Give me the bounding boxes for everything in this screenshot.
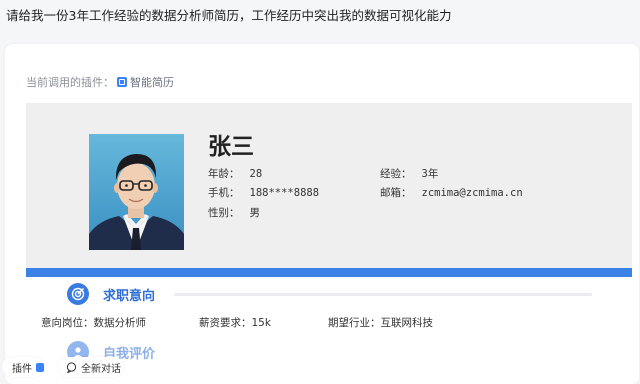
phone-field: 手机： 188****8888 [208, 185, 319, 200]
plugin-icon [36, 362, 44, 372]
plugin-name[interactable]: 智能简历 [130, 74, 174, 90]
candidate-name: 张三 [208, 134, 254, 160]
email-label: 邮箱： [380, 187, 412, 199]
chat-bubble-icon [66, 361, 77, 373]
age-label: 年龄： [208, 168, 240, 180]
plugin-indicator: 当前调用的插件： 智能简历 [26, 74, 174, 90]
new-chat-button[interactable]: 全新对话 [58, 357, 124, 377]
email-field: 邮箱： zcmima@zcmima.cn [380, 185, 523, 200]
experience-value: 3年 [421, 168, 439, 180]
gender-value: 男 [249, 207, 261, 219]
intent-position-value: 数据分析师 [93, 317, 147, 329]
phone-value: 188****8888 [249, 187, 320, 199]
intent-salary-label: 薪资要求： [199, 317, 252, 329]
intent-position-label: 意向岗位： [41, 317, 94, 329]
header-accent-bar [26, 268, 632, 277]
intent-salary: 薪资要求：15k [199, 315, 271, 330]
intent-industry-value: 互联网科技 [380, 317, 434, 329]
resume-plugin-icon [117, 77, 127, 87]
plugin-label: 当前调用的插件： [26, 76, 114, 89]
section-intent-title: 求职意向 [67, 283, 155, 305]
user-prompt: 请给我一份3年工作经验的数据分析师简历，工作经历中突出我的数据可视化能力 [6, 8, 452, 23]
intent-salary-value: 15k [251, 317, 271, 329]
gender-field: 性别： 男 [208, 205, 260, 220]
intent-position: 意向岗位：数据分析师 [41, 315, 146, 330]
section-intent-label: 求职意向 [103, 288, 156, 304]
intent-industry: 期望行业：互联网科技 [328, 315, 433, 330]
gender-label: 性别： [208, 207, 240, 219]
new-chat-label: 全新对话 [81, 363, 121, 375]
age-value: 28 [249, 168, 263, 180]
profile-photo [89, 134, 184, 250]
phone-label: 手机： [208, 187, 240, 199]
experience-label: 经验： [380, 168, 412, 180]
target-icon [67, 283, 89, 305]
plugin-button-label: 插件 [12, 363, 32, 375]
plugin-button[interactable]: 插件 [2, 357, 44, 377]
resume-preview: 张三 年龄： 28 经验： 3年 手机： 188****8888 邮箱： zcmima@… [26, 103, 632, 377]
section-intent-divider [174, 293, 592, 296]
email-value: zcmima@zcmima.cn [421, 187, 523, 199]
intent-industry-label: 期望行业： [328, 317, 381, 329]
age-field: 年龄： 28 [208, 166, 262, 181]
portrait-image [89, 134, 184, 250]
bottom-toolbar: 插件 全新对话 [0, 357, 640, 377]
experience-field: 经验： 3年 [380, 166, 438, 181]
